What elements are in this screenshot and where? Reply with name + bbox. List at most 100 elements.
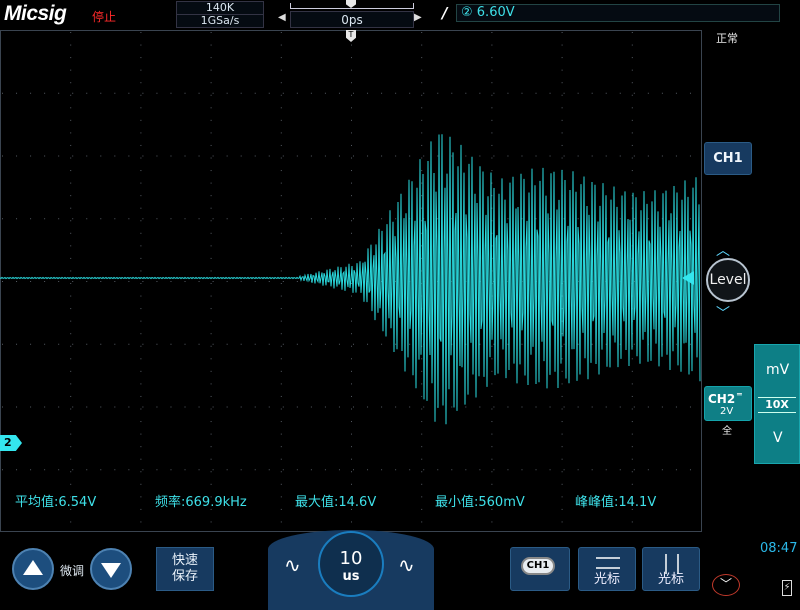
unit-mv-button[interactable]: mV	[766, 362, 789, 378]
measurement-max[interactable]: 最大值:14.6V	[295, 491, 376, 510]
grid-dot	[631, 408, 633, 410]
time-right-arrow-icon[interactable]: ▶	[414, 12, 422, 23]
quick-save-button[interactable]: 快速 保存	[156, 547, 214, 591]
grid-dot	[280, 157, 282, 159]
grid-dot	[2, 469, 3, 471]
grid-dot	[100, 92, 102, 94]
grid-dot	[16, 281, 18, 282]
trigger-level-arrow-icon[interactable]	[682, 271, 694, 285]
level-up-icon[interactable]: ︿	[716, 240, 730, 260]
power-icon[interactable]: ﹀	[712, 574, 740, 596]
grid-dot	[128, 281, 130, 282]
grid-dot	[140, 257, 142, 259]
grid-dot	[521, 92, 523, 94]
grid-dot	[44, 469, 46, 471]
grid-dot	[268, 281, 270, 282]
time-left-arrow-icon[interactable]: ◀	[278, 12, 286, 23]
grid-dot	[563, 406, 565, 408]
grid-dot	[16, 406, 18, 408]
grid-dot	[395, 406, 397, 408]
grid-dot	[421, 496, 423, 498]
grid-dot	[254, 155, 256, 157]
sine-wave-icon[interactable]: ∿	[398, 553, 415, 577]
level-down-icon[interactable]: ﹀	[716, 303, 730, 323]
grid-dot	[479, 469, 481, 471]
fine-up-button[interactable]	[12, 548, 54, 590]
grid-dot	[421, 408, 423, 410]
grid-dot	[689, 155, 691, 157]
probe-ratio[interactable]: 10X	[758, 397, 796, 413]
grid-dot	[140, 144, 142, 146]
grid-dot	[70, 245, 72, 247]
sine-wave-icon[interactable]: ∿	[284, 553, 301, 577]
grid-dot	[507, 92, 509, 94]
grid-dot	[367, 343, 369, 345]
horizontal-cursor-button[interactable]: 光标	[578, 547, 636, 591]
grid-dot	[351, 358, 352, 360]
grid-dot	[226, 406, 228, 408]
trigger-slope-icon[interactable]: /	[442, 4, 447, 22]
trigger-mode[interactable]: 正常	[716, 30, 738, 46]
grid-dot	[296, 406, 298, 408]
memory-depth[interactable]: 140K	[176, 1, 264, 15]
grid-dot	[140, 295, 142, 297]
grid-dot	[70, 207, 72, 209]
grid-dot	[70, 132, 72, 134]
grid-dot	[58, 155, 60, 157]
grid-dot	[421, 195, 423, 197]
grid-dot	[351, 119, 352, 121]
grid-dot	[210, 295, 212, 297]
grid-dot	[280, 483, 282, 485]
horizontal-position[interactable]: 0ps	[290, 11, 414, 28]
grid-dot	[240, 92, 242, 94]
grid-dot	[421, 57, 423, 59]
unit-v-button[interactable]: V	[773, 430, 783, 446]
grid-dot	[591, 469, 593, 471]
grid-dot	[324, 469, 326, 471]
grid-dot	[44, 281, 46, 282]
measurement-peak-to-peak[interactable]: 峰峰值:14.1V	[575, 491, 656, 510]
grid-dot	[114, 218, 116, 220]
grid-dot	[156, 92, 158, 94]
measurement-min[interactable]: 最小值:560mV	[435, 491, 525, 510]
grid-dot	[491, 170, 493, 172]
grid-dot	[156, 406, 158, 408]
sample-rate[interactable]: 1GSa/s	[176, 14, 264, 28]
grid-dot	[210, 270, 212, 272]
grid-dot	[140, 94, 142, 96]
grid-dot	[619, 92, 621, 94]
grid-dot	[353, 343, 354, 345]
grid-dot	[633, 406, 635, 408]
grid-dot	[561, 57, 563, 59]
grid-dot	[280, 69, 282, 71]
vertical-cursor-button[interactable]: 光标	[642, 547, 700, 591]
measurement-mean[interactable]: 平均值:6.54V	[15, 491, 96, 510]
grid-dot	[140, 345, 142, 347]
grid-dot	[493, 343, 495, 345]
grid-dot	[128, 406, 130, 408]
grid-dot	[689, 343, 691, 345]
grid-dot	[561, 408, 563, 410]
grid-dot	[631, 94, 633, 96]
grid-dot	[226, 92, 228, 94]
fine-down-button[interactable]	[90, 548, 132, 590]
grid-dot	[30, 469, 32, 471]
grid-dot	[351, 370, 352, 372]
grid-dot	[70, 232, 72, 234]
grid-dot	[351, 446, 352, 448]
grid-dot	[409, 155, 411, 157]
grid-dot	[210, 308, 212, 310]
grid-dot	[421, 370, 423, 372]
trigger-level-readout[interactable]: ② 6.60V	[456, 4, 780, 22]
level-knob[interactable]: Level	[706, 258, 750, 302]
grid-dot	[381, 92, 383, 94]
grid-dot	[409, 92, 411, 94]
grid-dot	[210, 358, 212, 360]
measurement-frequency[interactable]: 频率:669.9kHz	[155, 491, 247, 510]
ch1-button[interactable]: CH1	[704, 142, 752, 175]
grid-dot	[549, 92, 551, 94]
grid-dot	[381, 155, 383, 157]
run-status[interactable]: 停止	[92, 8, 116, 25]
grid-dot	[226, 155, 228, 157]
grid-dot	[535, 469, 537, 471]
